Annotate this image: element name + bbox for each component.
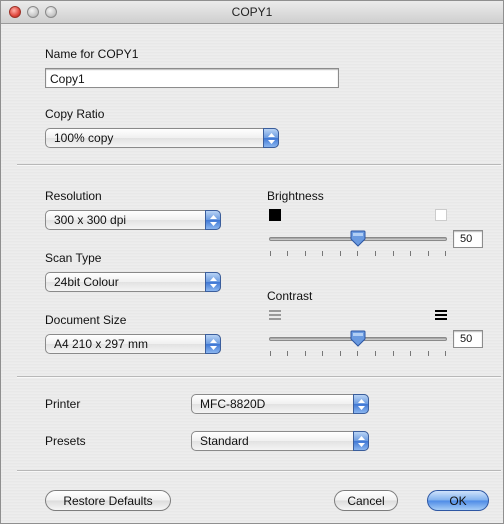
name-label: Name for COPY1 xyxy=(45,47,139,61)
brightness-slider-thumb[interactable] xyxy=(349,230,367,248)
resolution-popup[interactable]: 300 x 300 dpi xyxy=(45,210,221,230)
document-size-value: A4 210 x 297 mm xyxy=(54,337,149,351)
low-contrast-icon xyxy=(269,310,281,320)
scan-type-popup[interactable]: 24bit Colour xyxy=(45,272,221,292)
printer-popup[interactable]: MFC-8820D xyxy=(191,394,369,414)
restore-defaults-button[interactable]: Restore Defaults xyxy=(45,490,171,511)
brightness-label: Brightness xyxy=(267,189,324,203)
separator xyxy=(17,470,501,472)
separator xyxy=(17,376,501,378)
window-title: COPY1 xyxy=(231,5,273,19)
scan-type-value: 24bit Colour xyxy=(54,275,119,289)
presets-popup[interactable]: Standard xyxy=(191,431,369,451)
contrast-label: Contrast xyxy=(267,289,313,303)
ok-button[interactable]: OK xyxy=(427,490,489,511)
brightness-ticks xyxy=(269,251,447,257)
title-bar[interactable]: COPY1 xyxy=(1,1,503,24)
contrast-value-field[interactable]: 50 xyxy=(453,330,483,348)
popup-arrows-icon xyxy=(205,334,221,354)
document-size-label: Document Size xyxy=(45,313,127,327)
brightness-value-field[interactable]: 50 xyxy=(453,230,483,248)
scan-type-label: Scan Type xyxy=(45,251,102,265)
popup-arrows-icon xyxy=(205,272,221,292)
presets-label: Presets xyxy=(45,434,86,448)
popup-arrows-icon xyxy=(205,210,221,230)
copy-ratio-value: 100% copy xyxy=(54,131,114,145)
separator xyxy=(17,164,501,166)
high-contrast-icon xyxy=(435,310,447,320)
contrast-ticks xyxy=(269,351,447,357)
light-square-icon xyxy=(435,209,447,221)
resolution-value: 300 x 300 dpi xyxy=(54,213,127,227)
popup-arrows-icon xyxy=(263,128,279,148)
cancel-button[interactable]: Cancel xyxy=(334,490,398,511)
presets-value: Standard xyxy=(200,434,249,448)
contrast-slider-thumb[interactable] xyxy=(349,330,367,348)
copy-ratio-label: Copy Ratio xyxy=(45,107,105,121)
printer-value: MFC-8820D xyxy=(200,397,266,411)
resolution-label: Resolution xyxy=(45,189,102,203)
dark-square-icon xyxy=(269,209,281,221)
copy1-dialog-window: COPY1 Name for COPY1 Copy1 Copy Ratio 10… xyxy=(0,0,504,524)
name-field[interactable]: Copy1 xyxy=(45,68,339,88)
printer-label: Printer xyxy=(45,397,81,411)
copy-ratio-popup[interactable]: 100% copy xyxy=(45,128,279,148)
popup-arrows-icon xyxy=(353,394,369,414)
document-size-popup[interactable]: A4 210 x 297 mm xyxy=(45,334,221,354)
popup-arrows-icon xyxy=(353,431,369,451)
